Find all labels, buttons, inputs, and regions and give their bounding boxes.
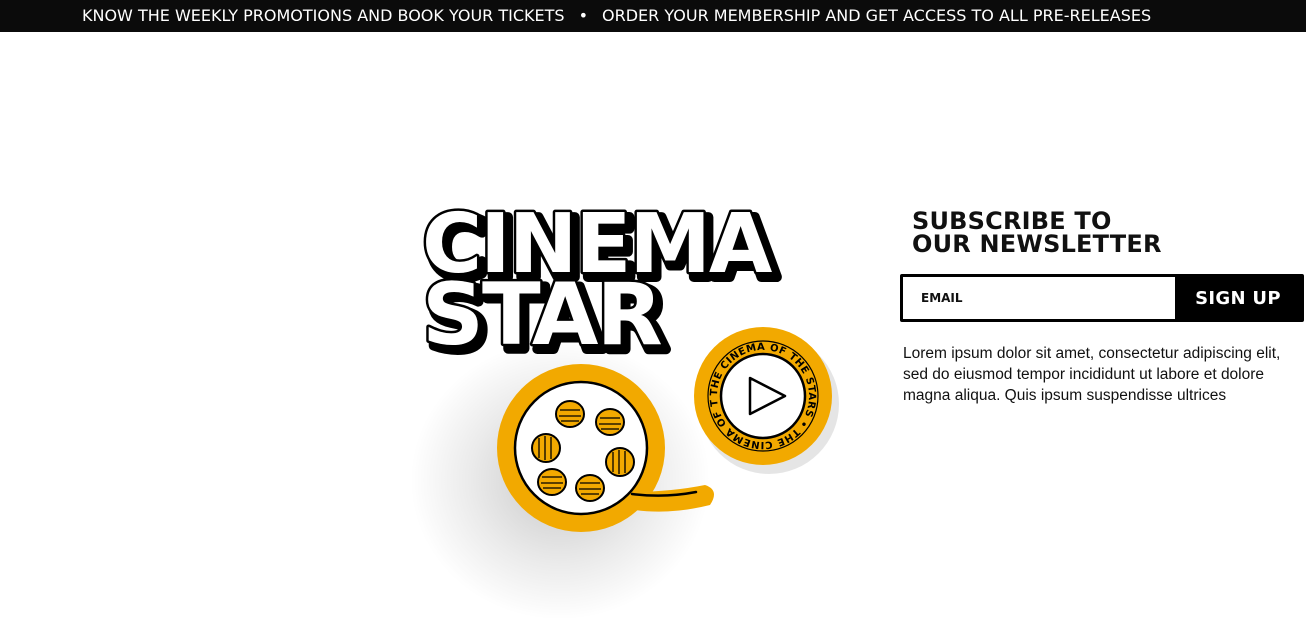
email-field[interactable] xyxy=(903,277,1175,319)
newsletter-description: Lorem ipsum dolor sit amet, consectetur … xyxy=(903,345,1281,404)
announcement-bar: KNOW THE WEEKLY PROMOTIONS AND BOOK YOUR… xyxy=(0,0,1306,32)
announcement-ticker: KNOW THE WEEKLY PROMOTIONS AND BOOK YOUR… xyxy=(82,0,1151,32)
logo-artwork: CINEMA CINEMA STAR STAR THE CINEMA OF TH… xyxy=(400,180,839,620)
promo-link-membership[interactable]: ORDER YOUR MEMBERSHIP AND GET ACCESS TO … xyxy=(602,6,1151,25)
newsletter-title-line-2: OUR NEWSLETTER xyxy=(912,230,1162,258)
logo-title-line-2: STAR STAR xyxy=(420,263,674,376)
svg-text:STAR: STAR xyxy=(422,265,661,365)
sign-up-button[interactable]: SIGN UP xyxy=(1175,277,1301,319)
newsletter-form: SIGN UP xyxy=(900,274,1304,322)
promo-link-tickets[interactable]: KNOW THE WEEKLY PROMOTIONS AND BOOK YOUR… xyxy=(82,6,565,25)
newsletter-title: SUBSCRIBE TO OUR NEWSLETTER xyxy=(912,209,1212,258)
promo-separator: • xyxy=(578,6,589,25)
cinema-star-logo: CINEMA CINEMA STAR STAR THE CINEMA OF TH… xyxy=(400,180,860,620)
